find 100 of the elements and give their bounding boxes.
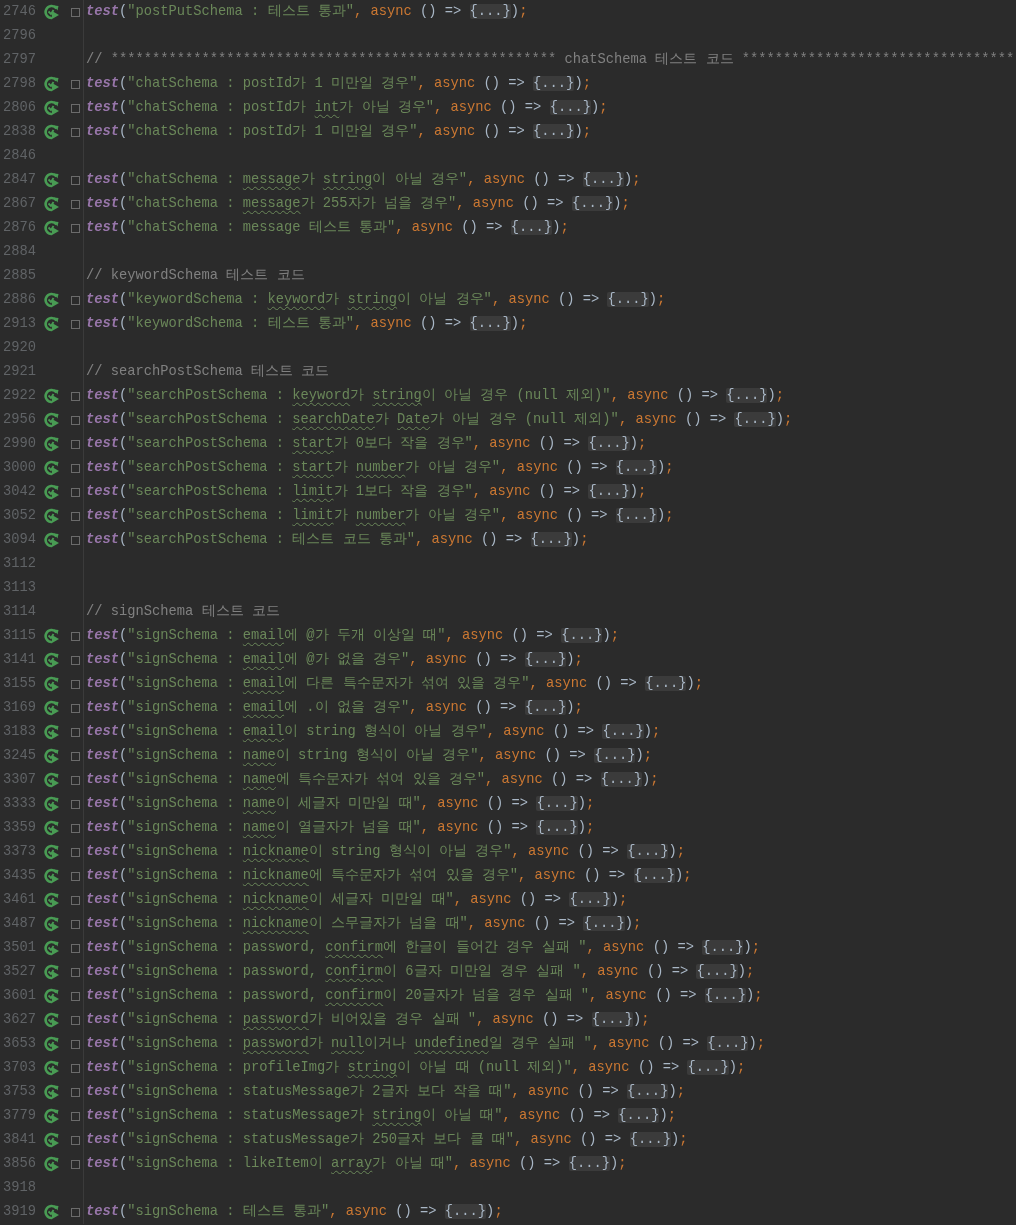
code-line: test("signSchema : email에 @가 없을 경우", async () => {...}); [85, 650, 583, 669]
fold-icon[interactable] [71, 943, 80, 953]
run-icon[interactable] [44, 1156, 60, 1172]
fold-icon[interactable] [71, 799, 80, 809]
code-line: test("signSchema : nickname에 특수문자가 섞여 있을 경우", async () => {...}); [85, 866, 692, 885]
run-icon[interactable] [44, 388, 60, 404]
run-icon[interactable] [44, 916, 60, 932]
line-number: 3841 [2, 1130, 36, 1149]
run-icon[interactable] [44, 1204, 60, 1220]
line-number: 3703 [2, 1058, 36, 1077]
fold-icon[interactable] [71, 487, 80, 497]
fold-icon[interactable] [71, 991, 80, 1001]
fold-icon[interactable] [71, 727, 80, 737]
run-icon[interactable] [44, 964, 60, 980]
code-comment: // ****************************************************** chatSchema 테스트 코드 ********************************* [85, 50, 1015, 69]
fold-icon[interactable] [71, 751, 80, 761]
run-icon[interactable] [44, 988, 60, 1004]
run-icon[interactable] [44, 1132, 60, 1148]
fold-icon[interactable] [71, 415, 80, 425]
fold-icon[interactable] [71, 319, 80, 329]
line-number: 3115 [2, 626, 36, 645]
run-icon[interactable] [44, 652, 60, 668]
run-icon[interactable] [44, 772, 60, 788]
fold-icon[interactable] [71, 535, 80, 545]
fold-icon[interactable] [71, 1063, 80, 1073]
run-icon[interactable] [44, 1108, 60, 1124]
run-icon[interactable] [44, 1060, 60, 1076]
line-number: 3114 [2, 602, 36, 621]
run-icon[interactable] [44, 76, 60, 92]
code-line: test("signSchema : nickname이 세글자 미만일 때", async () => {...}); [85, 890, 628, 909]
run-icon[interactable] [44, 460, 60, 476]
fold-icon[interactable] [71, 439, 80, 449]
fold-icon[interactable] [71, 1087, 80, 1097]
code-line: test("signSchema : name에 특수문자가 섞여 있을 경우", async () => {...}); [85, 770, 659, 789]
fold-icon[interactable] [71, 7, 80, 17]
fold-icon[interactable] [71, 199, 80, 209]
run-icon[interactable] [44, 844, 60, 860]
line-number: 2847 [2, 170, 36, 189]
line-number: 2884 [2, 242, 36, 261]
code-line: test("keywordSchema : 테스트 통과", async () => {...}); [85, 314, 528, 333]
code-line: test("searchPostSchema : limit 가 1보다 작을 경우", async () => {...}); [85, 482, 647, 501]
fold-icon[interactable] [71, 127, 80, 137]
fold-icon[interactable] [71, 847, 80, 857]
fold-icon[interactable] [71, 1111, 80, 1121]
run-icon[interactable] [44, 220, 60, 236]
run-icon[interactable] [44, 172, 60, 188]
fold-icon[interactable] [71, 775, 80, 785]
fold-icon[interactable] [71, 679, 80, 689]
fold-icon[interactable] [71, 631, 80, 641]
code-line: test("chatSchema : postId가 1 미만일 경우", async () => {...}); [85, 122, 591, 141]
fold-icon[interactable] [71, 223, 80, 233]
fold-icon[interactable] [71, 1135, 80, 1145]
fold-icon[interactable] [71, 79, 80, 89]
fold-icon[interactable] [71, 175, 80, 185]
run-icon[interactable] [44, 316, 60, 332]
fold-icon[interactable] [71, 655, 80, 665]
fold-icon[interactable] [71, 823, 80, 833]
line-number: 3487 [2, 914, 36, 933]
code-line: test("chatSchema : message 테스트 통과", async () => {...}); [85, 218, 569, 237]
run-icon[interactable] [44, 436, 60, 452]
fold-icon[interactable] [71, 103, 80, 113]
line-number: 3501 [2, 938, 36, 957]
run-icon[interactable] [44, 700, 60, 716]
run-icon[interactable] [44, 676, 60, 692]
fold-icon[interactable] [71, 967, 80, 977]
run-icon[interactable] [44, 1012, 60, 1028]
fold-icon[interactable] [71, 511, 80, 521]
run-icon[interactable] [44, 724, 60, 740]
run-icon[interactable] [44, 196, 60, 212]
run-icon[interactable] [44, 412, 60, 428]
fold-icon[interactable] [71, 1015, 80, 1025]
run-icon[interactable] [44, 100, 60, 116]
fold-icon[interactable] [71, 1207, 80, 1217]
fold-icon[interactable] [71, 871, 80, 881]
fold-icon[interactable] [71, 1039, 80, 1049]
line-number: 3779 [2, 1106, 36, 1125]
run-icon[interactable] [44, 508, 60, 524]
run-icon[interactable] [44, 868, 60, 884]
run-icon[interactable] [44, 1084, 60, 1100]
run-icon[interactable] [44, 628, 60, 644]
fold-icon[interactable] [71, 391, 80, 401]
run-icon[interactable] [44, 124, 60, 140]
run-icon[interactable] [44, 1036, 60, 1052]
fold-icon[interactable] [71, 703, 80, 713]
line-number: 3753 [2, 1082, 36, 1101]
fold-icon[interactable] [71, 295, 80, 305]
run-icon[interactable] [44, 4, 60, 20]
run-icon[interactable] [44, 796, 60, 812]
fold-icon[interactable] [71, 1159, 80, 1169]
run-icon[interactable] [44, 940, 60, 956]
fold-icon[interactable] [71, 895, 80, 905]
run-icon[interactable] [44, 532, 60, 548]
run-icon[interactable] [44, 484, 60, 500]
run-icon[interactable] [44, 748, 60, 764]
run-icon[interactable] [44, 820, 60, 836]
fold-icon[interactable] [71, 463, 80, 473]
run-icon[interactable] [44, 292, 60, 308]
fold-icon[interactable] [71, 919, 80, 929]
line-number: 2806 [2, 98, 36, 117]
run-icon[interactable] [44, 892, 60, 908]
